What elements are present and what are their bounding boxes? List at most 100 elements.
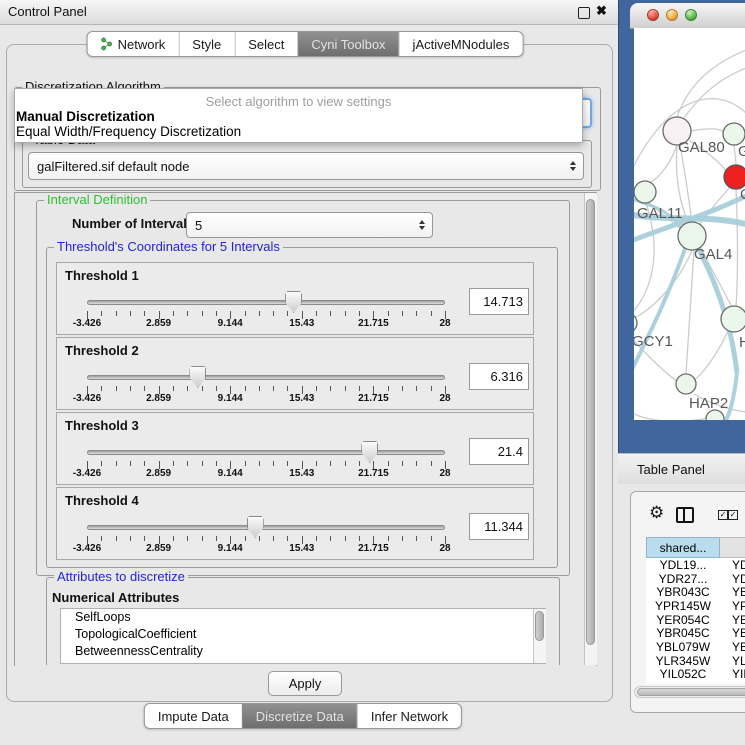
slider-thumb[interactable] [189,366,206,388]
tab-select[interactable]: Select [234,32,297,56]
cell-shared-name[interactable]: YLR345W [646,654,720,668]
network-node-gal11[interactable] [634,181,656,203]
cell-shared-name[interactable]: YBL079W [646,640,720,654]
slider-tick [144,461,145,466]
tab-network[interactable]: Network [88,32,179,56]
attribute-item-betweennesscentrality[interactable]: BetweennessCentrality [61,643,545,660]
slider-tick [101,536,102,541]
slider-tick [431,461,432,466]
table-row[interactable]: YPR145WYPR1... [646,599,745,613]
column-header-name[interactable]: na... [720,537,745,558]
tab-jactivemnodules[interactable]: jActiveMNodules [399,32,523,56]
slider-tick [101,461,102,466]
table-data-combobox[interactable]: galFiltered.sif default node [28,152,584,180]
column-header-shared-name[interactable]: shared... [646,537,720,558]
scrollbar-thumb[interactable] [637,688,745,696]
checkbox-checked-icon[interactable]: ✓ [718,510,728,520]
slider-tick [273,536,274,541]
cell-name[interactable]: YLR3... [720,654,745,668]
cell-shared-name[interactable]: YDR27... [646,572,720,586]
tab-cyni-toolbox[interactable]: Cyni Toolbox [297,32,398,56]
scrollbar-thumb[interactable] [586,199,595,645]
close-icon[interactable]: ✖ [596,3,607,19]
cell-shared-name[interactable]: YIL052C [646,667,720,681]
attribute-item-topologicalcoefficient[interactable]: TopologicalCoefficient [61,626,545,643]
slider-track[interactable] [87,450,445,455]
threshold-value-field[interactable]: 21.4 [469,438,529,465]
network-node-h[interactable] [721,306,745,332]
table-row[interactable]: YDR27...YDR2... [646,572,745,586]
slider-tick [273,386,274,391]
algorithm-dropdown-popup: Select algorithm to view settings Manual… [14,88,583,143]
table-row[interactable]: YBL079WYBL0... [646,640,745,654]
numerical-attributes-list[interactable]: SelfLoopsTopologicalCoefficientBetweenne… [60,608,546,664]
cell-name[interactable]: YDL1... [720,558,745,572]
scrollbar-thumb[interactable] [535,611,544,641]
tab-discretize-data[interactable]: Discretize Data [242,704,357,728]
slider-tick [330,536,331,541]
checkbox-checked-icon[interactable]: ✓ [728,510,738,520]
slider-track[interactable] [87,525,445,530]
tab-infer-network[interactable]: Infer Network [357,704,461,728]
popup-item-manual-discretization[interactable]: Manual Discretization [16,109,577,124]
cell-name[interactable]: YBR0... [720,626,745,640]
table-row[interactable]: YER054CYER0... [646,613,745,627]
float-window-icon[interactable] [578,7,590,19]
slider-thumb[interactable] [285,291,302,313]
apply-button[interactable]: Apply [268,671,342,696]
minimize-traffic-light-icon[interactable] [666,9,678,21]
slider-track[interactable] [87,300,445,305]
cell-name[interactable]: YBL0... [720,640,745,654]
table-row[interactable]: YLR345WYLR3... [646,654,745,668]
threshold-value-field[interactable]: 14.713 [469,288,529,315]
zoom-traffic-light-icon[interactable] [685,9,697,21]
network-node-gcy1[interactable] [634,313,637,333]
cell-shared-name[interactable]: YBR045C [646,626,720,640]
network-node-g[interactable] [723,123,745,145]
threshold-value-field[interactable]: 11.344 [469,513,529,540]
slider-track[interactable] [87,375,445,380]
slider-tick [116,311,117,316]
number-of-intervals-combobox[interactable]: 5 [186,212,433,238]
attribute-item-selfloops[interactable]: SelfLoops [61,609,545,626]
settings-gear-icon[interactable]: ⚙ [649,504,664,521]
table-horizontal-scrollbar[interactable] [634,686,745,698]
cell-name[interactable]: YER0... [720,613,745,627]
attributes-list-scrollbar[interactable] [533,609,546,663]
slider-tick-label: 2.859 [146,468,171,479]
slider-tick [316,386,317,391]
table-row[interactable]: YIL052CYIL0... [646,668,745,682]
threshold-value-field[interactable]: 6.316 [469,363,529,390]
cell-shared-name[interactable]: YPR145W [646,599,720,613]
node-table-panel: ⚙ ✓ ✓ shared... na... YDL19...YDL1...YDR… [630,491,745,713]
cell-name[interactable]: YDR2... [720,572,745,586]
cell-shared-name[interactable]: YBR043C [646,585,720,599]
table-row[interactable]: YDL19...YDL1... [646,558,745,572]
settings-vertical-scrollbar[interactable] [584,193,597,665]
cell-name[interactable]: YIL0... [720,667,745,681]
network-node-label: GAL11 [637,205,683,222]
slider-tick [416,386,417,391]
popup-item-equal-width-frequency-discretization[interactable]: Equal Width/Frequency Discretization [16,124,577,139]
slider-tick [431,386,432,391]
table-row[interactable]: YBR043CYBR0... [646,585,745,599]
slider-tick-label: 28 [439,543,450,554]
cell-name[interactable]: YBR0... [720,585,745,599]
close-traffic-light-icon[interactable] [647,9,659,21]
threshold-box-threshold-1: Threshold 1-3.4262.8599.14415.4321.71528… [56,262,534,335]
slider-tick [216,461,217,466]
network-canvas[interactable]: GAL80GCGAL11GAL4GCY1HHAP2 [634,28,745,420]
table-row[interactable]: YBR045CYBR0... [646,626,745,640]
cell-shared-name[interactable]: YDL19... [646,558,720,572]
slider-thumb[interactable] [247,516,264,538]
cell-name[interactable]: YPR1... [720,599,745,613]
tab-style[interactable]: Style [178,32,234,56]
cell-shared-name[interactable]: YER054C [646,613,720,627]
slider-tick [330,311,331,316]
slider-thumb[interactable] [361,441,378,463]
attributes-group-title: Attributes to discretize [54,570,188,584]
split-column-icon[interactable] [676,507,694,523]
slider-tick-label: 15.43 [289,393,314,404]
tab-impute-data[interactable]: Impute Data [145,704,242,728]
network-node-hap2[interactable] [676,374,696,394]
